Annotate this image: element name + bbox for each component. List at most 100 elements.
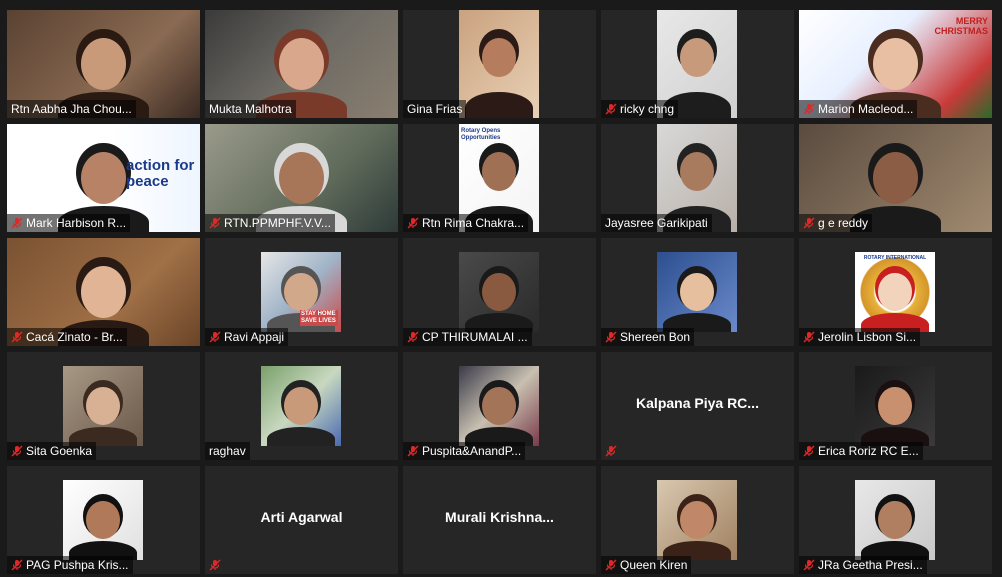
participant-tile[interactable]: Kalpana Piya RC...: [601, 352, 794, 460]
person-face: [872, 38, 919, 91]
muted-mic-icon: [803, 559, 815, 571]
participant-tile[interactable]: Rotary Opens Opportunities Rtn Rima Chakr…: [403, 124, 596, 232]
muted-mic-icon: [407, 217, 419, 229]
participant-display-name: Arti Agarwal: [260, 509, 343, 525]
muted-mic-icon: [209, 331, 221, 343]
participant-name: Rtn Aabha Jha Chou...: [11, 102, 132, 116]
muted-mic-icon: [605, 103, 617, 115]
virtual-background-text: Rotary Opens Opportunities: [461, 128, 501, 141]
participant-name-label: Cacá Zinato - Br...: [7, 328, 127, 346]
participant-tile[interactable]: Jayasree Garikipati: [601, 124, 794, 232]
participant-profile-photo: [63, 480, 143, 560]
participant-tile[interactable]: Erica Roriz RC E...: [799, 352, 992, 460]
participant-name-label: PAG Pushpa Kris...: [7, 556, 133, 574]
participant-tile[interactable]: ricky chng: [601, 10, 794, 118]
person-face: [482, 272, 516, 312]
participant-tile[interactable]: g e reddy: [799, 124, 992, 232]
person-face: [482, 152, 516, 191]
participant-name-label: JRa Geetha Presi...: [799, 556, 927, 574]
person-face: [878, 272, 912, 312]
participant-name: g e reddy: [818, 216, 869, 230]
person-face: [80, 38, 127, 91]
muted-mic-icon: [11, 559, 23, 571]
participant-tile[interactable]: Cacá Zinato - Br...: [7, 238, 200, 346]
participant-tile[interactable]: Shereen Bon: [601, 238, 794, 346]
participant-tile[interactable]: Arti Agarwal: [205, 466, 398, 574]
participant-profile-photo: [657, 252, 737, 332]
person-face: [482, 38, 516, 77]
participant-tile[interactable]: JRa Geetha Presi...: [799, 466, 992, 574]
participant-tile[interactable]: Puspita&AnandP...: [403, 352, 596, 460]
participant-name-label: CP THIRUMALAI ...: [403, 328, 532, 346]
participant-display-name: Kalpana Piya RC...: [636, 395, 759, 411]
participant-tile[interactable]: Murali Krishna...: [403, 466, 596, 574]
participant-name: Marion Macleod...: [818, 102, 914, 116]
participant-tile[interactable]: ROTARY INTERNATIONAL Jerolin Lisbon Si...: [799, 238, 992, 346]
participant-profile-photo: [855, 366, 935, 446]
participant-name-label: Erica Roriz RC E...: [799, 442, 923, 460]
person-face: [278, 152, 325, 205]
participant-name-label: RTN.PPMPHF.V.V...: [205, 214, 335, 232]
muted-mic-icon: [605, 331, 617, 343]
participant-tile[interactable]: CP THIRUMALAI ...: [403, 238, 596, 346]
participant-tile[interactable]: STAY HOME SAVE LIVES Ravi Appaji: [205, 238, 398, 346]
participant-tile[interactable]: MERRY CHRISTMAS Marion Macleod...: [799, 10, 992, 118]
virtual-background-text: ROTARY INTERNATIONAL: [863, 255, 927, 261]
virtual-background-text: STAY HOME SAVE LIVES: [300, 310, 338, 326]
participant-display-name: Murali Krishna...: [445, 509, 554, 525]
participant-tile[interactable]: Sita Goenka: [7, 352, 200, 460]
muted-mic-icon: [11, 331, 23, 343]
person-face: [680, 152, 714, 191]
person-face: [872, 152, 919, 205]
muted-mic-icon: [209, 559, 221, 571]
participant-name-label: Mark Harbison R...: [7, 214, 131, 232]
muted-mic-icon: [605, 445, 617, 457]
participant-profile-photo: STAY HOME SAVE LIVES: [261, 252, 341, 332]
muted-mic-icon: [209, 217, 221, 229]
muted-mic-icon: [605, 559, 617, 571]
person-shoulders: [267, 426, 335, 446]
person-face: [80, 266, 127, 319]
virtual-background-text: MERRY CHRISTMAS: [934, 16, 989, 36]
participant-name-label: Jerolin Lisbon Si...: [799, 328, 921, 346]
person-face: [680, 500, 714, 540]
participant-tile[interactable]: Rtn Aabha Jha Chou...: [7, 10, 200, 118]
person-face: [878, 386, 912, 426]
muted-mic-icon: [407, 331, 419, 343]
participant-profile-photo: [459, 366, 539, 446]
participant-name: Mark Harbison R...: [26, 216, 127, 230]
participant-name: Shereen Bon: [620, 330, 691, 344]
participant-tile[interactable]: Gina Frias: [403, 10, 596, 118]
participant-profile-photo: [855, 480, 935, 560]
person-face: [680, 38, 714, 77]
participant-name: Erica Roriz RC E...: [818, 444, 919, 458]
participant-name-label: Jayasree Garikipati: [601, 214, 712, 232]
participant-name-label: [601, 442, 621, 460]
participant-video: [459, 10, 539, 118]
muted-mic-icon: [11, 217, 23, 229]
person-face: [284, 272, 318, 312]
participant-profile-photo: ROTARY INTERNATIONAL: [855, 252, 935, 332]
muted-mic-icon: [803, 217, 815, 229]
participant-name-label: Sita Goenka: [7, 442, 97, 460]
participant-name: Jayasree Garikipati: [605, 216, 708, 230]
participant-name-label: Puspita&AnandP...: [403, 442, 526, 460]
person-shoulders: [465, 92, 533, 118]
person-face: [680, 272, 714, 312]
participant-tile[interactable]: raghav: [205, 352, 398, 460]
participant-name-label: g e reddy: [799, 214, 873, 232]
person-face: [86, 500, 120, 540]
participant-name: Rtn Rima Chakra...: [422, 216, 525, 230]
muted-mic-icon: [803, 103, 815, 115]
participant-tile[interactable]: action for peace Mark Harbison R...: [7, 124, 200, 232]
virtual-background-text: action for peace: [126, 157, 195, 190]
participant-tile[interactable]: PAG Pushpa Kris...: [7, 466, 200, 574]
participant-name-label: Rtn Rima Chakra...: [403, 214, 529, 232]
participant-name: Ravi Appaji: [224, 330, 285, 344]
participant-tile[interactable]: RTN.PPMPHF.V.V...: [205, 124, 398, 232]
person-face: [86, 386, 120, 426]
participant-name-label: Mukta Malhotra: [205, 100, 296, 118]
participant-tile[interactable]: Queen Kiren: [601, 466, 794, 574]
participant-name: RTN.PPMPHF.V.V...: [224, 216, 331, 230]
participant-tile[interactable]: Mukta Malhotra: [205, 10, 398, 118]
